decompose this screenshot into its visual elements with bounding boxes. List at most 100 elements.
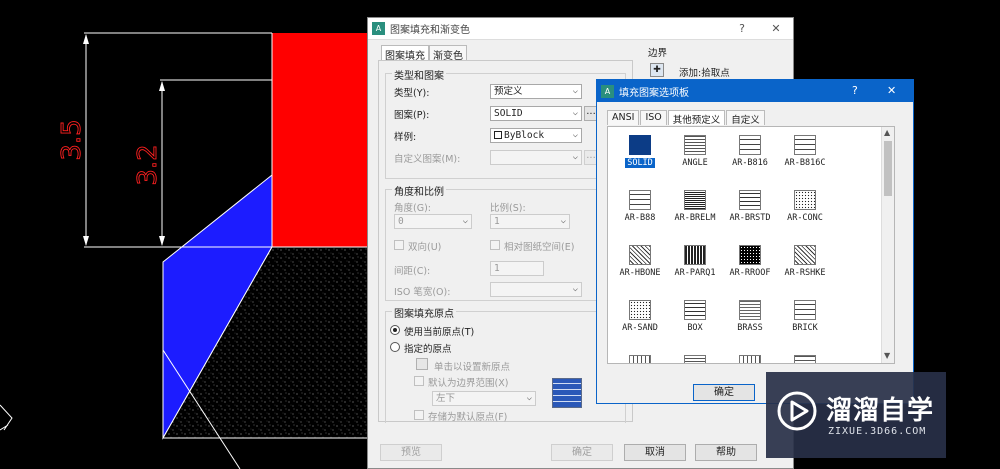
preview-button[interactable]: 预览 — [380, 444, 442, 461]
brick-swatch-icon — [739, 190, 761, 210]
pattern-item-brass[interactable]: BRASS — [722, 300, 778, 333]
palette-ok-button[interactable]: 确定 — [693, 384, 755, 401]
shake-swatch-icon — [794, 245, 816, 265]
pattern-name: AR-SAND — [622, 323, 658, 333]
double-checkbox[interactable] — [394, 240, 404, 250]
ucs-axis-icon — [0, 404, 13, 431]
pattern-name: AR-PARQ1 — [674, 268, 716, 278]
pattern-scrollbar[interactable]: ▲ ▼ — [881, 127, 894, 363]
pattern-select[interactable]: SOLID ⌵ — [490, 106, 582, 121]
tab-other-predefined[interactable]: 其他预定义 — [667, 110, 726, 126]
palette-title: 填充图案选项板 — [619, 87, 689, 99]
pattern-item-ar-sand[interactable]: AR-SAND — [612, 300, 668, 333]
tab-ansi[interactable]: ANSI — [607, 110, 640, 125]
pattern-name: AR-BRSTD — [729, 213, 771, 223]
help-dialog-button[interactable]: 帮助 — [695, 444, 757, 461]
angle-label: 角度(G): — [394, 203, 431, 214]
pattern-item-ar-rroof[interactable]: AR-RROOF — [722, 245, 778, 278]
scroll-up-icon[interactable]: ▲ — [884, 128, 890, 137]
tab-custom[interactable]: 自定义 — [726, 110, 765, 126]
pattern-name: AR-B816 — [732, 158, 768, 168]
tab-iso[interactable]: ISO — [640, 110, 667, 125]
dialog-titlebar[interactable]: A 图案填充和渐变色 ? ✕ — [368, 18, 793, 40]
parquet-swatch-icon — [684, 245, 706, 265]
custom-pattern-select[interactable]: ⌵ — [490, 150, 582, 165]
pattern-item-ar-b816[interactable]: AR-B816 — [722, 135, 778, 168]
pattern-name: BRICK — [792, 323, 818, 333]
spacing-input[interactable]: 1 — [490, 261, 544, 276]
type-pattern-group: 类型和图案 类型(Y): 预定义 ⌵ 图案(P): SOLID ⌵ ... 样例: … — [385, 67, 626, 179]
pattern-item-solid[interactable]: SOLID — [612, 135, 668, 168]
tab-gradient[interactable]: 渐变色 — [429, 45, 467, 62]
sample-value: ByBlock — [504, 130, 545, 141]
scale-select[interactable]: 1 ⌵ — [490, 214, 570, 229]
pattern-name: AR-HBONE — [619, 268, 661, 278]
pick-point-icon[interactable] — [416, 358, 428, 370]
chevron-down-icon: ⌵ — [560, 216, 566, 226]
palette-close-button[interactable]: ✕ — [887, 84, 896, 97]
iso-pen-label: ISO 笔宽(O): — [394, 287, 451, 298]
origin-position-value: 左下 — [436, 393, 456, 404]
pattern-item-box[interactable]: BOX — [667, 300, 723, 333]
specified-origin-radio[interactable] — [390, 342, 400, 352]
pattern-item-ar-brelm[interactable]: AR-BRELM — [667, 190, 723, 223]
dense-brick-swatch-icon — [684, 190, 706, 210]
add-pick-point-icon[interactable]: ✚ — [650, 63, 664, 77]
type-select[interactable]: 预定义 ⌵ — [490, 84, 582, 99]
specified-origin-label: 指定的原点 — [404, 344, 452, 355]
default-boundary-checkbox[interactable] — [414, 376, 424, 386]
partial-swatch-icon — [739, 355, 761, 363]
pattern-item-ar-hbone[interactable]: AR-HBONE — [612, 245, 668, 278]
scrollbar-thumb[interactable] — [884, 141, 892, 196]
pattern-item-ar-rshke[interactable]: AR-RSHKE — [777, 245, 833, 278]
hatch-origin-group: 图案填充原点 使用当前原点(T) 指定的原点 单击以设置新原点 默认为边界范围(… — [385, 305, 626, 423]
autocad-app-icon: A — [601, 84, 614, 98]
pattern-item-ar-b88[interactable]: AR-B88 — [612, 190, 668, 223]
help-button[interactable]: ? — [732, 21, 752, 37]
pattern-item-angle[interactable]: ANGLE — [667, 135, 723, 168]
red-solid-region — [272, 33, 372, 247]
store-default-checkbox[interactable] — [414, 410, 424, 420]
ok-button[interactable]: 确定 — [551, 444, 613, 461]
angle-select[interactable]: 0 ⌵ — [394, 214, 472, 229]
tab-hatch[interactable]: 图案填充 — [381, 45, 429, 62]
pattern-name: AR-RROOF — [729, 268, 771, 278]
palette-titlebar[interactable]: A 填充图案选项板 ? ✕ — [597, 80, 913, 102]
iso-pen-select[interactable]: ⌵ — [490, 282, 582, 297]
origin-preview-icon — [552, 378, 582, 408]
autocad-app-icon: A — [372, 22, 385, 35]
add-pick-point-label: 添加:拾取点 — [679, 68, 730, 79]
chevron-down-icon: ⌵ — [572, 108, 578, 118]
cancel-button[interactable]: 取消 — [624, 444, 686, 461]
scroll-down-icon[interactable]: ▼ — [884, 351, 890, 360]
pattern-name: AR-B88 — [624, 213, 656, 223]
pattern-item-ar-conc[interactable]: AR-CONC — [777, 190, 833, 223]
hatch-tab-panel: 类型和图案 类型(Y): 预定义 ⌵ 图案(P): SOLID ⌵ ... 样例: … — [378, 60, 633, 423]
dialog-tabs: 图案填充 渐变色 — [381, 45, 467, 62]
watermark-brand: 溜溜自学 — [826, 396, 935, 426]
pattern-item-ar-b816c[interactable]: AR-B816C — [777, 135, 833, 168]
angle-value: 0 — [398, 216, 404, 227]
palette-help-button[interactable]: ? — [852, 84, 858, 97]
dialog-title: 图案填充和渐变色 — [390, 25, 470, 36]
group-title: 图案填充原点 — [392, 305, 456, 320]
custom-pattern-label: 自定义图案(M): — [394, 154, 461, 165]
origin-position-select[interactable]: 左下 ⌵ — [432, 391, 536, 406]
use-current-origin-label: 使用当前原点(T) — [404, 327, 475, 338]
arrow-up-icon — [83, 34, 89, 44]
chevron-down-icon: ⌵ — [572, 284, 578, 294]
pattern-item-ar-parq1[interactable]: AR-PARQ1 — [667, 245, 723, 278]
color-square-icon — [494, 131, 502, 139]
relative-paper-checkbox[interactable] — [490, 240, 500, 250]
pattern-item-brick[interactable]: BRICK — [777, 300, 833, 333]
brick-swatch-icon — [794, 135, 816, 155]
sample-select[interactable]: ByBlock ⌵ — [490, 128, 582, 143]
pattern-name: ANGLE — [682, 158, 708, 168]
close-button[interactable]: ✕ — [766, 21, 786, 37]
dimension-text-outer: 3.5 — [57, 119, 87, 160]
pattern-label: 图案(P): — [394, 110, 430, 121]
hatch-pattern-palette-dialog: A 填充图案选项板 ? ✕ ANSI ISO 其他预定义 自定义 SOLID A… — [596, 79, 914, 404]
pattern-item-ar-brstd[interactable]: AR-BRSTD — [722, 190, 778, 223]
boundary-title: 边界 — [648, 48, 668, 59]
use-current-origin-radio[interactable] — [390, 325, 400, 335]
